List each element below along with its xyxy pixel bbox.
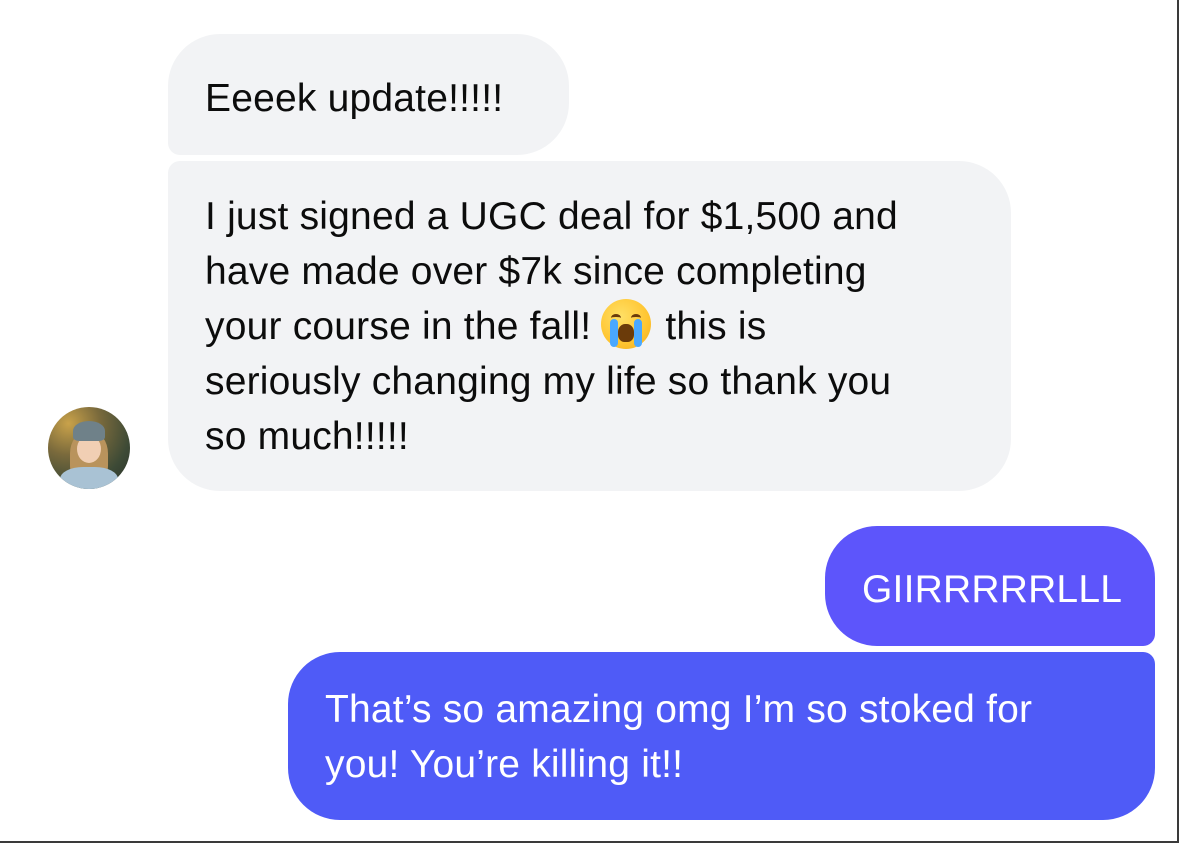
- outgoing-message-bubble[interactable]: GIIRRRRRLLL: [825, 526, 1155, 646]
- message-text: your course in the fall!: [205, 305, 592, 348]
- message-text: seriously changing my life so thank you: [205, 360, 892, 403]
- message-text: you! You’re killing it!!: [325, 743, 684, 786]
- contact-avatar[interactable]: [48, 407, 130, 489]
- outgoing-message-bubble[interactable]: That’s so amazing omg I’m so stoked for …: [288, 652, 1155, 820]
- message-text-line: your course in the fall! this is: [205, 299, 981, 354]
- message-text: GIIRRRRRLLL: [862, 568, 1123, 611]
- message-text: Eeeek update!!!!!: [205, 77, 504, 120]
- loudly-crying-face-icon: [601, 299, 652, 349]
- message-text: I just signed a UGC deal for $1,500 and: [205, 195, 898, 238]
- message-text: so much!!!!!: [205, 415, 409, 458]
- message-text: this is: [665, 305, 767, 348]
- message-text: have made over $7k since completing: [205, 250, 867, 293]
- incoming-message-bubble[interactable]: Eeeek update!!!!!: [168, 34, 569, 155]
- chat-thread: Eeeek update!!!!! I just signed a UGC de…: [0, 0, 1179, 843]
- message-text: That’s so amazing omg I’m so stoked for: [325, 688, 1033, 731]
- incoming-message-bubble[interactable]: I just signed a UGC deal for $1,500 and …: [168, 161, 1011, 491]
